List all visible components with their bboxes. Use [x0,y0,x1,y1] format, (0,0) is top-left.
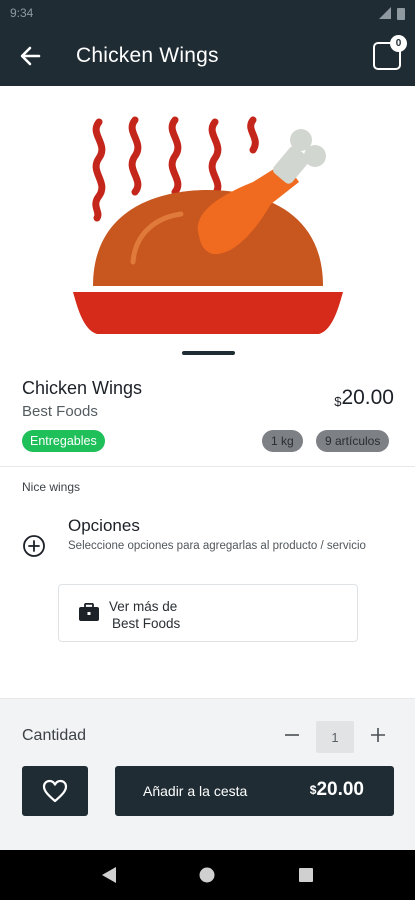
minus-icon [285,734,299,736]
signal-icon [379,7,391,19]
product-info: Chicken Wings Best Foods $20.00 [22,378,394,420]
status-time: 9:34 [10,6,34,20]
roast-chicken-illustration [72,116,343,334]
product-description: Nice wings [22,480,81,494]
favorite-button[interactable] [22,766,88,816]
deliverable-badge: Entregables [22,430,105,452]
add-to-cart-button[interactable]: Añadir a la cesta $20.00 [115,766,394,816]
weight-chip: 1 kg [262,430,303,452]
items-chip: 9 artículos [316,430,390,452]
plus-icon [371,728,385,742]
see-more-vendor-button[interactable]: Ver más de Best Foods [58,584,358,642]
product-chips: Entregables 1 kg 9 artículos [22,430,394,454]
status-icons [379,7,405,20]
nav-home-button[interactable] [192,860,222,890]
see-more-label: Ver más de [109,599,178,614]
product-image [0,86,415,366]
quantity-input[interactable]: 1 [316,721,354,753]
see-more-vendor: Best Foods [112,616,181,631]
battery-icon [397,7,405,20]
app-bar: Chicken Wings 0 [0,26,415,86]
arrow-left-icon [20,46,41,66]
nav-recent-button[interactable] [291,860,321,890]
quantity-decrease-button[interactable] [280,721,304,749]
plus-circle-icon [23,535,45,557]
heart-icon [42,779,68,803]
back-button[interactable] [0,26,60,86]
add-to-cart-amount: 20.00 [316,779,364,800]
system-nav-bar [0,850,415,900]
options-subtitle: Seleccione opciones para agregarlas al p… [68,540,366,552]
cart-button[interactable]: 0 [359,26,415,86]
purchase-panel: Cantidad 1 Añadir a la cesta $20.00 [0,698,415,850]
briefcase-icon [79,603,99,621]
triangle-back-icon [102,867,117,883]
status-bar: 9:34 [0,0,415,26]
add-to-cart-label: Añadir a la cesta [143,783,248,799]
bone [272,129,326,184]
nav-back-button[interactable] [94,860,124,890]
divider [0,466,415,467]
page-title: Chicken Wings [76,44,219,67]
product-price: $20.00 [334,386,394,410]
square-recent-icon [298,868,313,882]
quantity-label: Cantidad [22,727,87,744]
add-to-cart-price: $20.00 [310,779,364,801]
cart-icon: 0 [373,35,407,70]
see-more-text: Ver más de Best Foods [109,598,180,632]
options-title: Opciones [68,516,140,535]
circle-home-icon [199,867,215,883]
quantity-increase-button[interactable] [366,721,390,749]
carousel-indicator [182,351,235,355]
plate [72,292,343,334]
price-amount: 20.00 [341,386,394,409]
cart-count-badge: 0 [390,35,407,52]
